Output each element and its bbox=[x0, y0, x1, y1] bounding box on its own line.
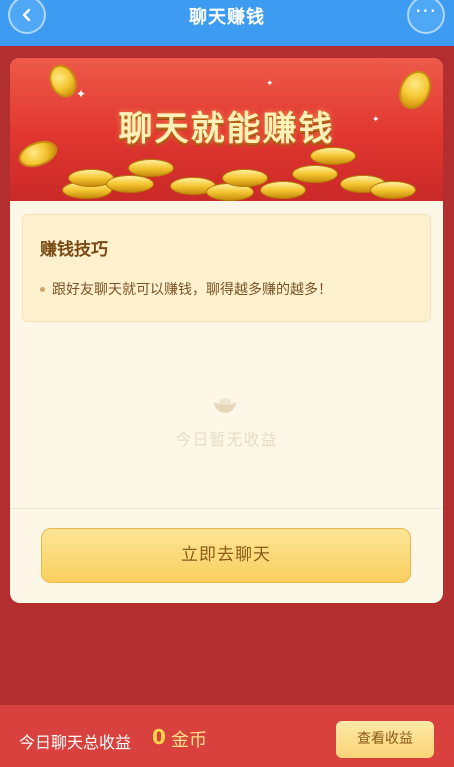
tips-item: 跟好友聊天就可以赚钱，聊得越多赚的越多！ bbox=[52, 282, 332, 298]
coin-decoration bbox=[370, 181, 416, 199]
gold-ingot-icon bbox=[214, 398, 236, 413]
currency-unit: 金币 bbox=[171, 730, 207, 751]
divider bbox=[10, 508, 443, 509]
page-title: 聊天赚钱 bbox=[189, 7, 265, 28]
total-earnings-value: 0 bbox=[152, 725, 166, 749]
sparkle-decoration: ✦ bbox=[76, 87, 87, 101]
main-card: ✦ ✦ ✦ 聊天就能赚钱 赚钱技巧 跟好友聊天就可以赚钱，聊得越多赚的越多！ 今… bbox=[10, 58, 443, 603]
coin-decoration bbox=[222, 169, 268, 187]
coin-decoration bbox=[292, 165, 338, 183]
sparkle-decoration: ✦ bbox=[266, 79, 274, 89]
page: 聊天赚钱 ··· ✦ ✦ ✦ 聊天就能赚钱 赚钱技巧 跟好友聊天就可以赚钱，聊得… bbox=[0, 0, 454, 767]
coin-decoration bbox=[106, 175, 154, 193]
start-chat-button[interactable]: 立即去聊天 bbox=[41, 528, 411, 583]
empty-state-text: 今日暂无收益 bbox=[175, 430, 278, 449]
coin-decoration bbox=[260, 181, 306, 199]
banner: ✦ ✦ ✦ 聊天就能赚钱 bbox=[10, 58, 443, 201]
banner-title: 聊天就能赚钱 bbox=[118, 109, 335, 149]
coin-decoration bbox=[310, 147, 356, 165]
bullet-icon bbox=[40, 287, 45, 292]
coin-decoration bbox=[128, 159, 174, 177]
coin-pile bbox=[10, 147, 443, 201]
tips-panel: 赚钱技巧 跟好友聊天就可以赚钱，聊得越多赚的越多！ bbox=[22, 214, 431, 322]
total-earnings-label: 今日聊天总收益 bbox=[19, 733, 132, 752]
view-earnings-button[interactable]: 查看收益 bbox=[336, 721, 434, 758]
nav-bar: 聊天赚钱 ··· bbox=[0, 0, 454, 46]
earnings-footer: 今日聊天总收益 0 金币 查看收益 bbox=[0, 705, 454, 767]
tips-title: 赚钱技巧 bbox=[40, 240, 108, 260]
more-dots-icon: ··· bbox=[414, 0, 438, 23]
